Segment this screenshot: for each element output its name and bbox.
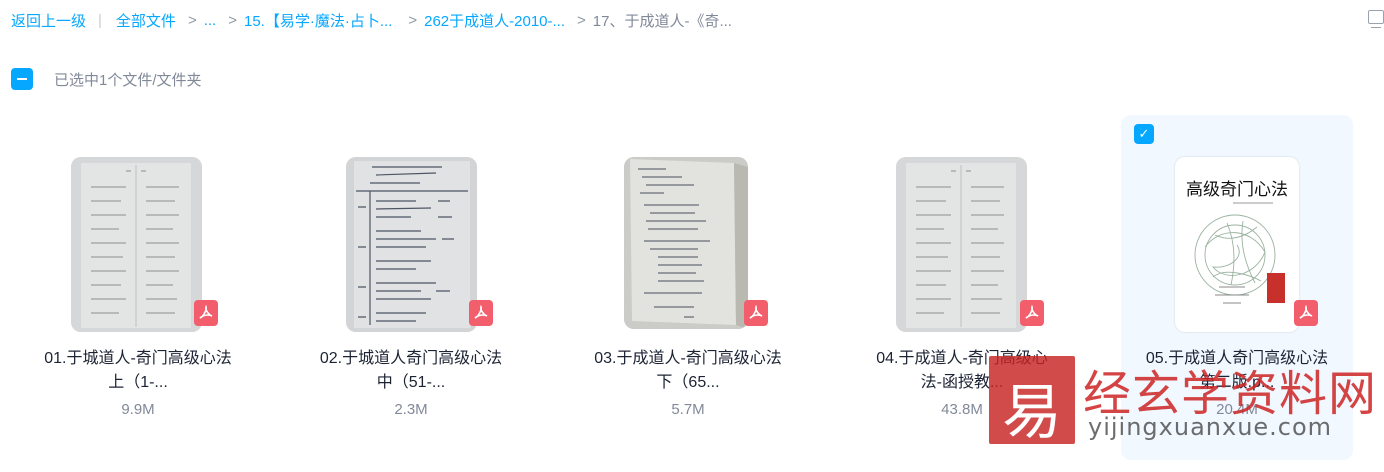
pdf-icon	[744, 300, 768, 326]
file-name[interactable]: 02.于城道人奇门高级心法 中（51-...	[295, 347, 527, 395]
pdf-icon	[1294, 300, 1318, 326]
watermark-logo: 易	[989, 356, 1075, 448]
chevron-right-icon: >	[187, 11, 197, 29]
chevron-right-icon: >	[228, 11, 237, 29]
checkmark-icon[interactable]: ✓	[1134, 124, 1154, 144]
file-thumbnail: 高级奇门心法	[1175, 157, 1299, 332]
breadcrumb-ellipsis[interactable]: ...	[204, 12, 217, 29]
file-thumbnail	[624, 157, 748, 329]
breadcrumb-all-files[interactable]: 全部文件	[116, 10, 176, 31]
file-tile[interactable]: 03.于成道人-奇门高级心法 下（65... 5.7M	[572, 115, 804, 460]
divider: |	[98, 11, 102, 29]
file-thumbnail	[346, 157, 477, 332]
file-size: 9.9M	[121, 401, 155, 418]
file-thumbnail	[71, 157, 202, 332]
file-size: 5.7M	[671, 401, 705, 418]
pdf-icon	[469, 300, 493, 326]
pdf-icon	[1020, 300, 1044, 326]
breadcrumb: 返回上一级 | 全部文件 > ... > 15.【易学·魔法·占卜... > 2…	[11, 8, 732, 32]
pdf-icon	[194, 300, 218, 326]
selection-bar: 已选中1个文件/文件夹	[11, 68, 202, 90]
breadcrumb-current: 17、于成道人-《奇...	[592, 12, 732, 30]
back-link[interactable]: 返回上一级	[11, 10, 86, 31]
file-tile[interactable]: 02.于城道人奇门高级心法 中（51-... 2.3M	[295, 115, 527, 460]
selection-count: 已选中1个文件/文件夹	[54, 71, 202, 89]
view-mode-icon[interactable]	[1368, 10, 1384, 28]
watermark-url: yijingxuanxue.com	[1088, 413, 1333, 441]
select-all-checkbox[interactable]	[11, 68, 33, 90]
breadcrumb-folder-2[interactable]: 262于成道人-2010-...	[424, 10, 565, 31]
chevron-right-icon: >	[577, 11, 586, 29]
file-tile[interactable]: 01.于城道人-奇门高级心法 上（1-... 9.9M	[22, 115, 254, 460]
file-thumbnail	[896, 157, 1027, 332]
file-name[interactable]: 01.于城道人-奇门高级心法 上（1-...	[22, 347, 254, 395]
file-name[interactable]: 03.于成道人-奇门高级心法 下（65...	[572, 347, 804, 395]
chevron-right-icon: >	[408, 11, 418, 29]
file-size: 2.3M	[394, 401, 428, 418]
breadcrumb-folder-1[interactable]: 15.【易学·魔法·占卜...	[244, 10, 392, 31]
